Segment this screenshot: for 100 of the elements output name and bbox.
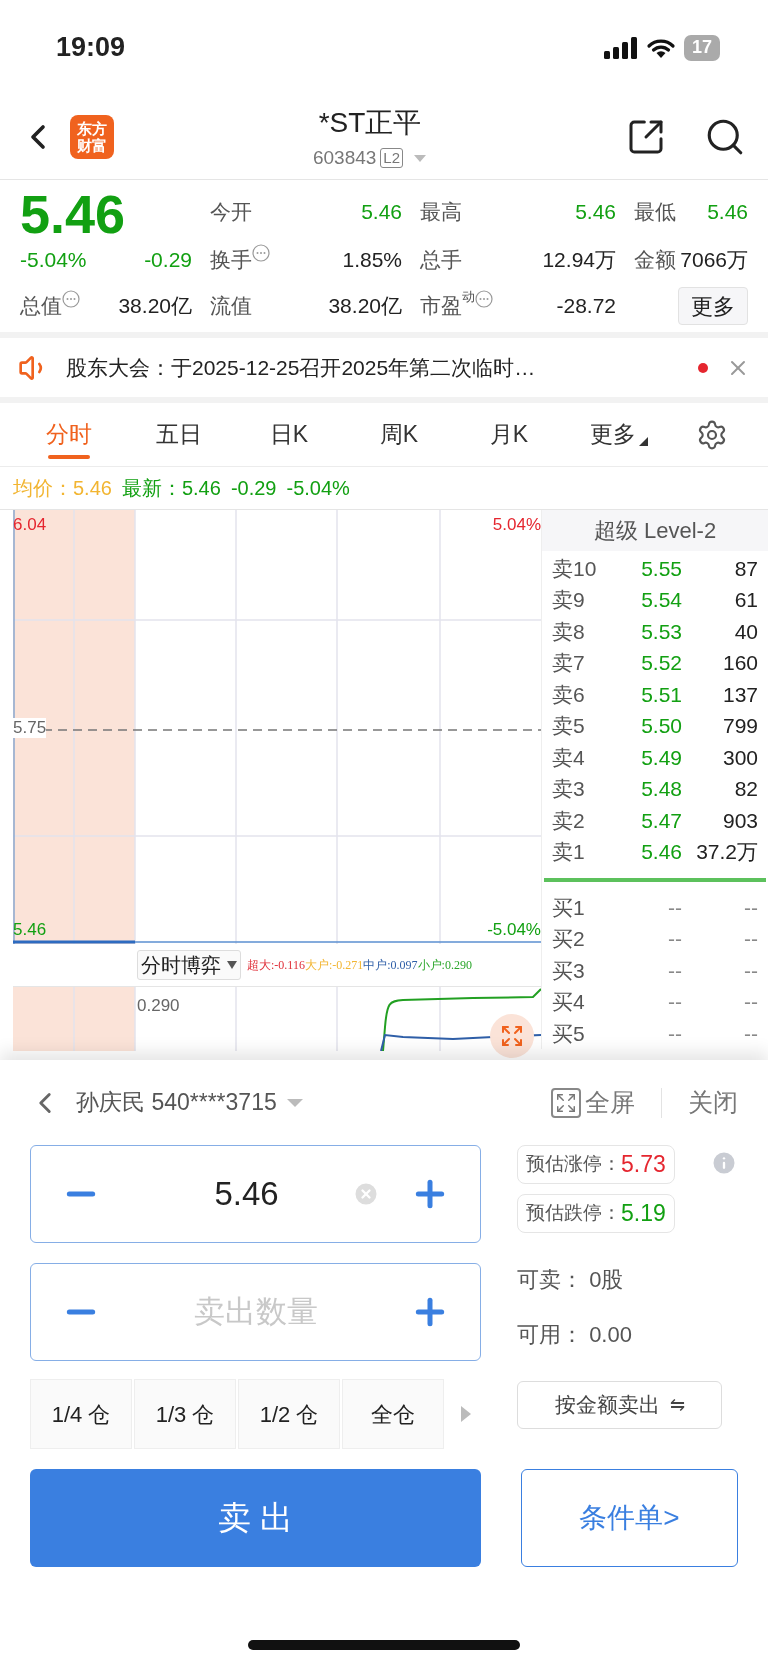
indicator-select[interactable]: 分时博弈 [137, 950, 241, 980]
stat-label: 今开 [210, 199, 252, 226]
chart-tab[interactable]: 五日 [124, 402, 234, 467]
stat-value: 5.46 [575, 199, 616, 226]
stat-value: 5.46 [707, 199, 748, 226]
position-button[interactable]: 1/4 仓 [30, 1379, 132, 1449]
order-volume: -- [743, 894, 758, 921]
caret-icon [227, 961, 237, 969]
scroll-right-icon[interactable] [460, 1406, 472, 1422]
change-amount: -0.29 [144, 247, 192, 274]
latest-price: 最新：5.46 [121, 476, 221, 501]
available-funds: 可用： 0.00 [517, 1321, 633, 1349]
expand-arrows-icon [500, 1024, 524, 1048]
last-price: 5.46 [20, 186, 127, 242]
legend-item: 超大:-0.116 [247, 957, 305, 974]
sellable-amount: 可卖： 0股 [517, 1266, 625, 1294]
order-price: -- [667, 1020, 682, 1047]
latest-change: -0.29 [230, 476, 277, 501]
order-price: 5.51 [640, 681, 682, 708]
stat-superscript: 动 [462, 290, 475, 305]
stat-value: 7066万 [680, 247, 748, 274]
stat-label: 总值 [20, 293, 62, 320]
order-price: -- [667, 926, 682, 952]
settings-icon[interactable] [696, 418, 728, 451]
more-button[interactable]: 更多 [678, 287, 748, 325]
order-price: 5.50 [640, 713, 682, 740]
order-price: 5.54 [640, 587, 682, 614]
stat-label: 最高 [420, 199, 462, 226]
chart-tab[interactable]: 月K [454, 402, 564, 467]
sell-button[interactable]: 卖 出 [30, 1469, 481, 1567]
limit-up-value: 5.73 [621, 1150, 666, 1180]
order-label: 卖1 [552, 839, 586, 866]
sell-by-amount-button[interactable]: 按金额卖出 ⇋ [517, 1381, 722, 1429]
level-badge: L2 [380, 148, 404, 168]
stat-label: 流值 [210, 293, 252, 320]
expand-button[interactable] [490, 1014, 534, 1058]
chart-tab[interactable]: 更多 [564, 402, 674, 467]
order-label: 买2 [552, 926, 586, 952]
position-button[interactable]: 全仓 [342, 1379, 444, 1449]
axis-label: 0.290 [137, 995, 180, 1017]
order-volume: 160 [721, 650, 758, 677]
legend-item: 中户:0.097 [363, 957, 418, 974]
stock-title: *ST正平 [318, 105, 422, 140]
stat-value: 38.20亿 [118, 293, 192, 320]
stat-label: 金额 [634, 247, 676, 274]
average-price: 均价：5.46 [13, 476, 112, 501]
fullscreen-icon [551, 1087, 581, 1118]
chart-tab[interactable]: 日K [234, 402, 344, 467]
order-label: 卖5 [552, 713, 586, 740]
stat-value: 5.46 [361, 199, 402, 226]
latest-change-percent: -5.04% [286, 476, 350, 501]
limit-down-value: 5.19 [621, 1199, 666, 1229]
order-label: 买1 [552, 894, 586, 921]
position-button[interactable]: 1/3 仓 [134, 1379, 236, 1449]
close-button[interactable]: 关闭 [688, 1083, 738, 1122]
order-volume: 903 [721, 807, 758, 834]
order-volume: 37.2万 [695, 839, 758, 866]
order-label: 卖7 [552, 650, 586, 677]
limit-down-chip: 预估跌停：5.19 [517, 1194, 675, 1233]
notice-text[interactable]: 股东大会：于2025-12-25召开2025年第二次临时… [66, 351, 698, 384]
order-volume: 61 [733, 587, 758, 614]
order-volume: 87 [733, 555, 758, 582]
order-price: 5.47 [640, 807, 682, 834]
fullscreen-button[interactable]: 全屏 [551, 1083, 635, 1122]
order-label: 卖4 [552, 744, 586, 771]
order-label: 卖9 [552, 587, 586, 614]
stat-label: 市盈 [420, 294, 462, 320]
account-name[interactable]: 孙庆民 540****3715 [76, 1085, 277, 1120]
info-dots-icon[interactable] [252, 244, 270, 263]
app-logo: 东方财富 [70, 115, 114, 159]
legend-item: 小户:0.290 [417, 957, 472, 974]
axis-label: 5.04% [492, 514, 541, 536]
order-book-header: 超级 Level-2 [542, 510, 768, 551]
info-dots-icon[interactable] [62, 290, 80, 309]
order-volume: -- [743, 1020, 758, 1047]
info-dots-icon[interactable] [475, 290, 493, 309]
order-label: 买5 [552, 1020, 586, 1047]
stat-value: -28.72 [556, 293, 616, 320]
caret-icon[interactable] [413, 153, 428, 163]
stat-label: 最低 [634, 199, 676, 226]
limit-up-chip: 预估涨停：5.73 [517, 1145, 675, 1184]
position-button[interactable]: 1/2 仓 [238, 1379, 340, 1449]
order-label: 卖6 [552, 681, 586, 708]
stat-value: 1.85% [342, 247, 402, 274]
order-price: 5.53 [640, 618, 682, 645]
order-volume: 82 [733, 776, 758, 803]
conditional-order-button[interactable]: 条件单> [521, 1469, 738, 1567]
caret-icon[interactable] [286, 1097, 303, 1108]
order-price: -- [667, 989, 682, 1015]
order-label: 卖3 [552, 776, 586, 803]
legend-item: 大户:-0.271 [304, 957, 364, 974]
order-price: 5.49 [640, 744, 682, 771]
order-volume: -- [743, 989, 758, 1015]
axis-label: -5.04% [487, 918, 541, 941]
chart-tab[interactable]: 周K [344, 402, 454, 467]
order-price: 5.48 [640, 776, 682, 803]
order-volume: -- [743, 926, 758, 952]
price-field[interactable]: 5.46 [30, 1145, 481, 1243]
stat-value: 12.94万 [542, 247, 616, 274]
order-price: -- [667, 894, 682, 921]
